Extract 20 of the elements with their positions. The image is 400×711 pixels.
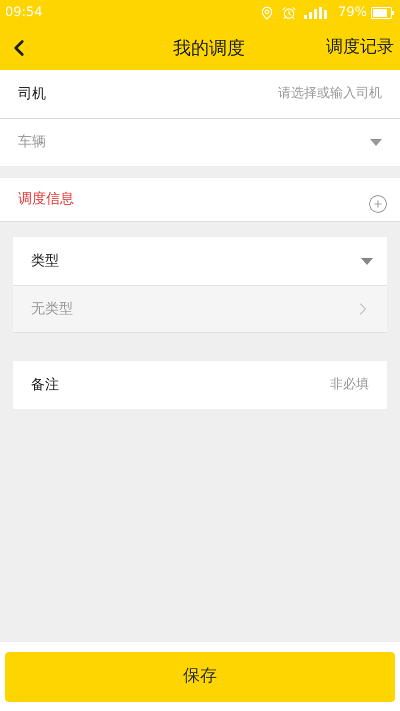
plus-icon: [368, 194, 388, 214]
driver-input-field[interactable]: 请选择或输入司机: [182, 84, 382, 104]
battery-icon: [371, 7, 395, 19]
add-button[interactable]: [368, 194, 388, 214]
remark-input-field[interactable]: 非必填: [219, 375, 369, 395]
page-title: 我的调度: [172, 36, 246, 60]
status-time: 09:54: [5, 4, 42, 22]
field-label: 司机: [18, 84, 46, 104]
field-label: 车辆: [18, 133, 46, 152]
type-dropdown[interactable]: 类型: [13, 237, 387, 285]
dispatch-records-link[interactable]: 调度记录: [326, 35, 394, 61]
alarm-icon: [282, 6, 296, 20]
remark-label: 备注: [31, 376, 59, 394]
dropdown-icon: [361, 258, 373, 264]
location-icon: [260, 6, 274, 20]
save-button[interactable]: 保存: [5, 652, 395, 702]
battery-level: 79%: [338, 4, 367, 22]
vehicle-dropdown[interactable]: [370, 139, 382, 146]
dropdown-icon: [370, 139, 382, 146]
section-title: 调度信息: [18, 190, 74, 209]
